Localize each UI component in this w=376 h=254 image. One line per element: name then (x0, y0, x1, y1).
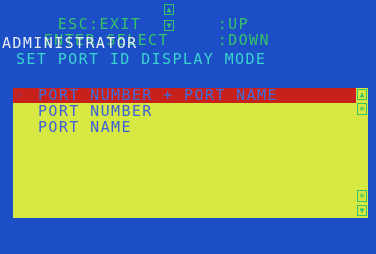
scroll-up-icon[interactable]: ▲ (357, 89, 367, 100)
pointer-icon: ☞ (16, 89, 23, 102)
down-action-label: DOWN (228, 31, 270, 49)
down-arrow-icon: ▼ (164, 20, 174, 31)
scrollbar[interactable]: ▲ ≡ ≡ ▼ (356, 88, 368, 218)
osd-screen: ESC:EXIT ▲ :UP ENTER:SELECT ▼ :DOWN ADMI… (0, 0, 376, 254)
scroll-thumb[interactable]: ≡ (357, 103, 367, 115)
option-label: PORT NUMBER (38, 102, 153, 120)
option-label: PORT NUMBER + PORT NAME (38, 88, 278, 104)
option-port-number-and-name[interactable]: ☞ PORT NUMBER + PORT NAME (13, 88, 356, 103)
page-title: SET PORT ID DISPLAY MODE (16, 50, 267, 68)
up-arrow-icon: ▲ (164, 4, 174, 15)
option-port-name[interactable]: PORT NAME (13, 120, 356, 135)
user-name: ADMINISTRATOR (2, 34, 138, 52)
option-label: PORT NAME (38, 118, 132, 136)
options-list: ☞ PORT NUMBER + PORT NAME PORT NUMBER POR… (13, 88, 356, 218)
scroll-down-icon[interactable]: ▼ (357, 205, 367, 216)
scroll-thumb-bottom[interactable]: ≡ (357, 190, 367, 202)
option-port-number[interactable]: PORT NUMBER (13, 104, 356, 119)
